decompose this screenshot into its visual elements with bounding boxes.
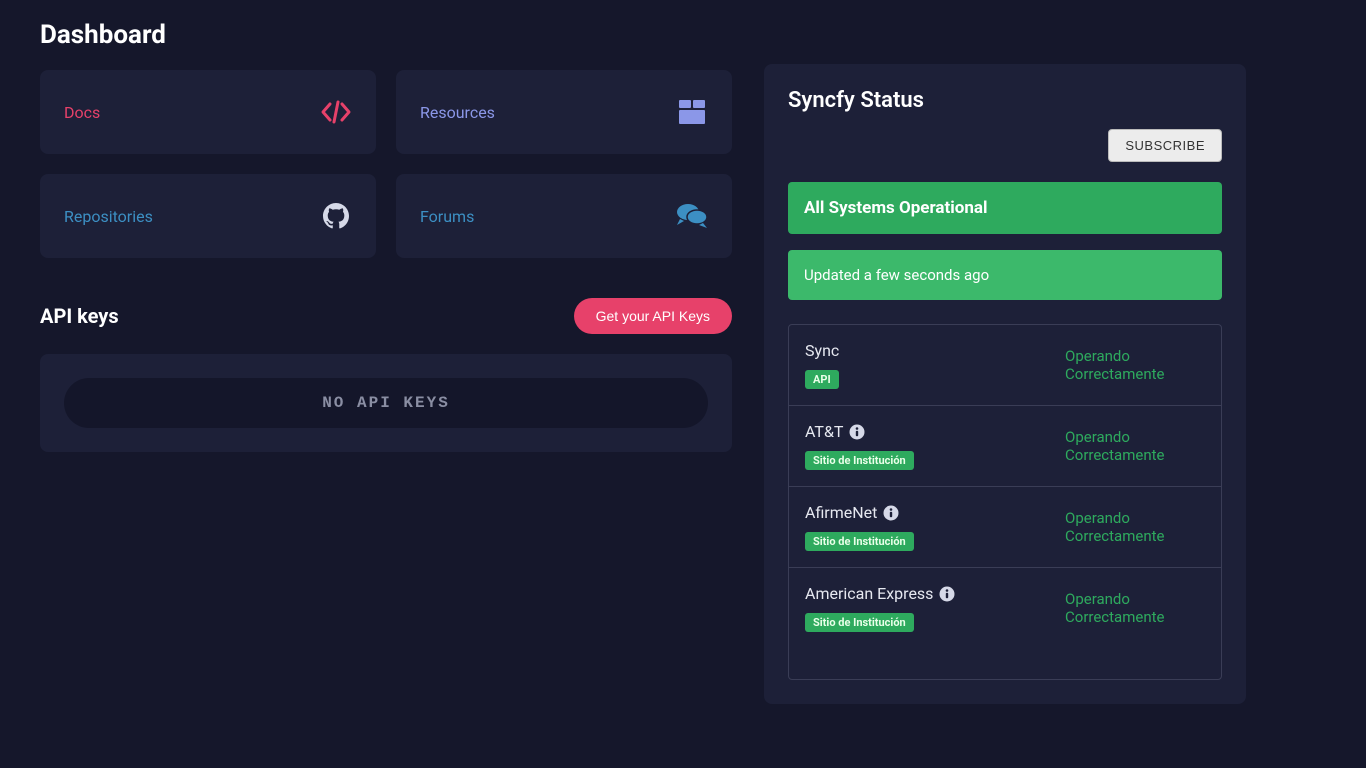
service-name: Sync bbox=[805, 341, 839, 360]
api-keys-title: API keys bbox=[40, 304, 119, 328]
service-item: AT&T Sitio de Institución Operando Correct… bbox=[789, 406, 1221, 487]
code-icon bbox=[320, 96, 352, 128]
repositories-card[interactable]: Repositories bbox=[40, 174, 376, 258]
service-name: American Express bbox=[805, 584, 933, 603]
status-banner: All Systems Operational bbox=[788, 182, 1222, 234]
service-item: AfirmeNet Sitio de Institución Operando Co… bbox=[789, 487, 1221, 568]
service-status: Operando Correctamente bbox=[1065, 347, 1205, 383]
nav-card-grid: Docs Resources bbox=[40, 70, 732, 258]
service-item: American Express Sitio de Institución Oper… bbox=[789, 568, 1221, 648]
docs-card[interactable]: Docs bbox=[40, 70, 376, 154]
api-keys-panel: NO API KEYS bbox=[40, 354, 732, 452]
forums-card[interactable]: Forums bbox=[396, 174, 732, 258]
no-api-keys-message: NO API KEYS bbox=[64, 378, 708, 428]
service-badge: Sitio de Institución bbox=[805, 451, 914, 470]
subscribe-button[interactable]: SUBSCRIBE bbox=[1108, 129, 1222, 162]
updated-banner: Updated a few seconds ago bbox=[788, 250, 1222, 300]
service-status: Operando Correctamente bbox=[1065, 509, 1205, 545]
status-title: Syncfy Status bbox=[788, 88, 924, 113]
service-item: Sync API Operando Correctamente bbox=[789, 325, 1221, 406]
service-badge: Sitio de Institución bbox=[805, 613, 914, 632]
service-list: Sync API Operando Correctamente AT&T Sitio d… bbox=[788, 324, 1222, 680]
info-icon[interactable] bbox=[883, 505, 899, 521]
service-name: AfirmeNet bbox=[805, 503, 877, 522]
service-status: Operando Correctamente bbox=[1065, 428, 1205, 464]
resources-card[interactable]: Resources bbox=[396, 70, 732, 154]
api-keys-header: API keys Get your API Keys bbox=[40, 298, 732, 334]
status-panel: Syncfy Status SUBSCRIBE All Systems Oper… bbox=[764, 64, 1246, 704]
get-api-keys-button[interactable]: Get your API Keys bbox=[574, 298, 732, 334]
box-icon bbox=[676, 96, 708, 128]
chat-icon bbox=[676, 200, 708, 232]
info-icon[interactable] bbox=[939, 586, 955, 602]
service-status: Operando Correctamente bbox=[1065, 590, 1205, 626]
repositories-label: Repositories bbox=[64, 207, 153, 226]
service-badge: Sitio de Institución bbox=[805, 532, 914, 551]
service-badge: API bbox=[805, 370, 839, 389]
docs-label: Docs bbox=[64, 103, 100, 122]
info-icon[interactable] bbox=[849, 424, 865, 440]
github-icon bbox=[320, 200, 352, 232]
page-title: Dashboard bbox=[40, 20, 732, 50]
forums-label: Forums bbox=[420, 207, 474, 226]
service-name: AT&T bbox=[805, 422, 843, 441]
resources-label: Resources bbox=[420, 103, 495, 122]
